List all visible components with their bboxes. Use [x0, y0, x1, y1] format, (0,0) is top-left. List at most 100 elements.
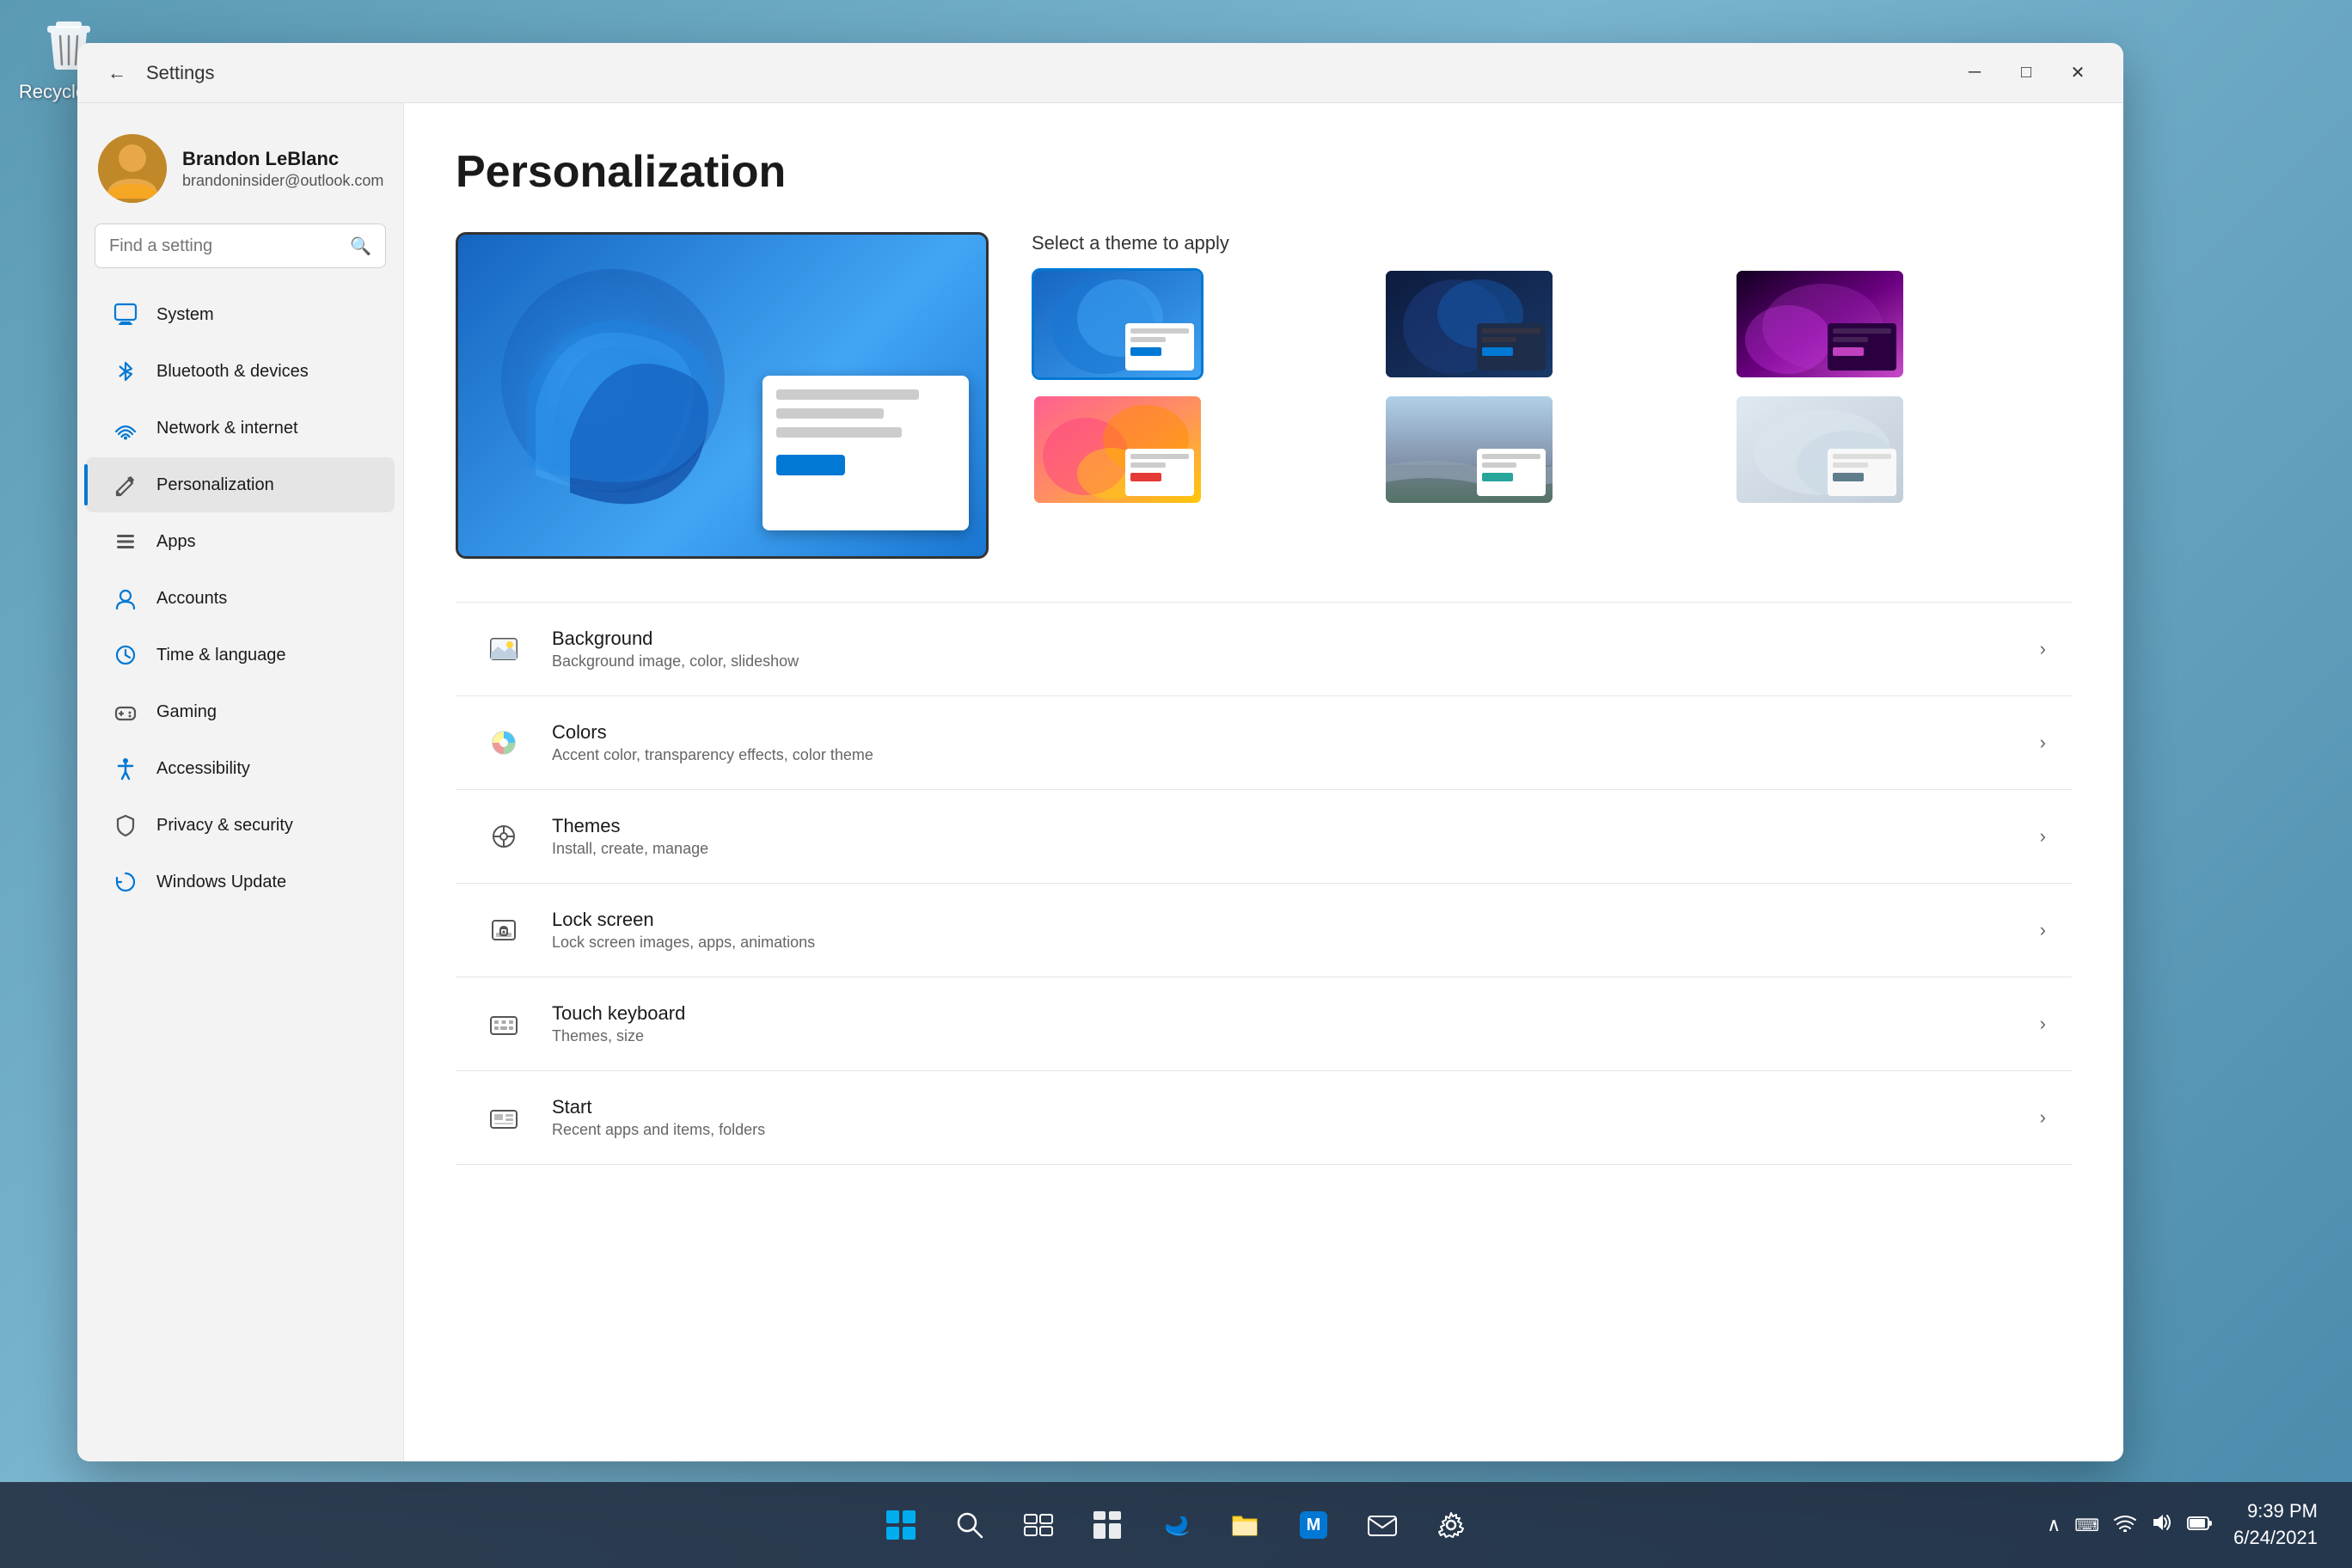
keyboard-text: Touch keyboard Themes, size: [552, 1002, 2014, 1045]
title-bar: ← Settings ─ □ ✕: [77, 43, 2123, 103]
settings-taskbar-button[interactable]: [1425, 1499, 1477, 1551]
nav-item-personalization[interactable]: Personalization: [86, 457, 395, 512]
settings-item-keyboard[interactable]: Touch keyboard Themes, size ›: [456, 977, 2072, 1071]
theme-select-label: Select a theme to apply: [1032, 232, 2072, 254]
nav-item-time[interactable]: Time & language: [86, 628, 395, 683]
volume-icon[interactable]: [2151, 1513, 2173, 1538]
window-title: Settings: [146, 62, 215, 84]
user-email: brandoninsider@outlook.com: [182, 172, 383, 190]
back-button[interactable]: ←: [98, 54, 136, 92]
nav-item-network[interactable]: Network & internet: [86, 401, 395, 456]
background-desc: Background image, color, slideshow: [552, 652, 2014, 671]
network-icon: [110, 413, 141, 444]
files-button[interactable]: [1219, 1499, 1271, 1551]
privacy-icon: [110, 810, 141, 841]
background-title: Background: [552, 628, 2014, 650]
settings-item-colors[interactable]: Colors Accent color, transparency effect…: [456, 696, 2072, 790]
battery-icon[interactable]: [2187, 1513, 2213, 1537]
colors-icon: [481, 720, 526, 765]
lockscreen-icon: [481, 908, 526, 952]
system-icons: ∧ ⌨: [2047, 1513, 2213, 1538]
minimize-button[interactable]: ─: [1950, 54, 2000, 92]
taskbar-right: ∧ ⌨: [2047, 1498, 2318, 1552]
settings-item-themes[interactable]: Themes Install, create, manage ›: [456, 790, 2072, 884]
start-desc: Recent apps and items, folders: [552, 1121, 2014, 1139]
content-area: Brandon LeBlanc brandoninsider@outlook.c…: [77, 103, 2123, 1461]
user-profile[interactable]: Brandon LeBlanc brandoninsider@outlook.c…: [77, 120, 403, 224]
user-name: Brandon LeBlanc: [182, 148, 383, 170]
page-title: Personalization: [456, 146, 2072, 198]
background-arrow: ›: [2040, 638, 2046, 660]
nav-item-bluetooth[interactable]: Bluetooth & devices: [86, 344, 395, 399]
theme-card-2[interactable]: [1383, 268, 1555, 380]
lockscreen-desc: Lock screen images, apps, animations: [552, 934, 2014, 952]
themes-arrow: ›: [2040, 825, 2046, 848]
taskbar-center: M: [875, 1499, 1477, 1551]
preview-window: [763, 376, 969, 530]
theme-section: Select a theme to apply: [456, 232, 2072, 559]
user-info: Brandon LeBlanc brandoninsider@outlook.c…: [182, 148, 383, 190]
settings-list: Background Background image, color, slid…: [456, 602, 2072, 1165]
desktop: Recycle Bin ← Settings ─ □ ✕: [0, 0, 2352, 1568]
nav-item-accounts[interactable]: Accounts: [86, 571, 395, 626]
taskview-button[interactable]: [1013, 1499, 1064, 1551]
nav-item-apps[interactable]: Apps: [86, 514, 395, 569]
start-button[interactable]: [875, 1499, 927, 1551]
search-container: 🔍: [77, 224, 403, 285]
theme-card-5[interactable]: [1383, 394, 1555, 505]
apps-icon: [110, 526, 141, 557]
start-arrow: ›: [2040, 1106, 2046, 1129]
search-icon: 🔍: [350, 236, 371, 257]
nav-item-update[interactable]: Windows Update: [86, 854, 395, 910]
colors-title: Colors: [552, 721, 2014, 744]
time-display: 9:39 PM: [2233, 1498, 2318, 1525]
lockscreen-arrow: ›: [2040, 919, 2046, 941]
edge-button[interactable]: [1150, 1499, 1202, 1551]
theme-preview: [456, 232, 989, 559]
keyboard-arrow: ›: [2040, 1013, 2046, 1035]
settings-item-start[interactable]: Start Recent apps and items, folders ›: [456, 1071, 2072, 1165]
update-icon: [110, 867, 141, 897]
theme-card-4[interactable]: [1032, 394, 1204, 505]
accessibility-icon: [110, 753, 141, 784]
settings-item-background[interactable]: Background Background image, color, slid…: [456, 603, 2072, 696]
lockscreen-title: Lock screen: [552, 909, 2014, 931]
theme-card-1[interactable]: [1032, 268, 1204, 380]
theme-card-3[interactable]: [1734, 268, 1906, 380]
close-button[interactable]: ✕: [2053, 54, 2103, 92]
themes-desc: Install, create, manage: [552, 840, 2014, 858]
maximize-button[interactable]: □: [2001, 54, 2051, 92]
settings-item-lockscreen[interactable]: Lock screen Lock screen images, apps, an…: [456, 884, 2072, 977]
start-text: Start Recent apps and items, folders: [552, 1096, 2014, 1139]
keyboard-desc: Themes, size: [552, 1027, 2014, 1045]
nav-item-system[interactable]: System: [86, 287, 395, 342]
widgets-button[interactable]: [1081, 1499, 1133, 1551]
nav-item-accessibility[interactable]: Accessibility: [86, 741, 395, 796]
chevron-up-icon[interactable]: ∧: [2047, 1514, 2061, 1536]
themes-icon: [481, 814, 526, 859]
gaming-icon: [110, 696, 141, 727]
search-input[interactable]: [109, 236, 340, 256]
mail-button[interactable]: [1357, 1499, 1408, 1551]
svg-text:M: M: [1307, 1516, 1321, 1534]
start-settings-icon: [481, 1095, 526, 1140]
keyboard-title: Touch keyboard: [552, 1002, 2014, 1025]
keyboard-icon: [481, 1001, 526, 1046]
main-content: Personalization: [404, 103, 2123, 1461]
colors-arrow: ›: [2040, 732, 2046, 754]
theme-grid: [1032, 268, 2072, 505]
store-button[interactable]: M: [1288, 1499, 1339, 1551]
nav-item-gaming[interactable]: Gaming: [86, 684, 395, 739]
start-title: Start: [552, 1096, 2014, 1118]
search-taskbar-button[interactable]: [944, 1499, 995, 1551]
search-box[interactable]: 🔍: [95, 224, 386, 268]
wifi-icon[interactable]: [2113, 1513, 2137, 1537]
colors-desc: Accent color, transparency effects, colo…: [552, 746, 2014, 764]
background-icon: [481, 627, 526, 671]
settings-window: ← Settings ─ □ ✕: [77, 43, 2123, 1461]
nav-item-privacy[interactable]: Privacy & security: [86, 798, 395, 853]
system-icon: [110, 299, 141, 330]
sidebar: Brandon LeBlanc brandoninsider@outlook.c…: [77, 103, 404, 1461]
theme-card-6[interactable]: [1734, 394, 1906, 505]
clock[interactable]: 9:39 PM 6/24/2021: [2233, 1498, 2318, 1552]
